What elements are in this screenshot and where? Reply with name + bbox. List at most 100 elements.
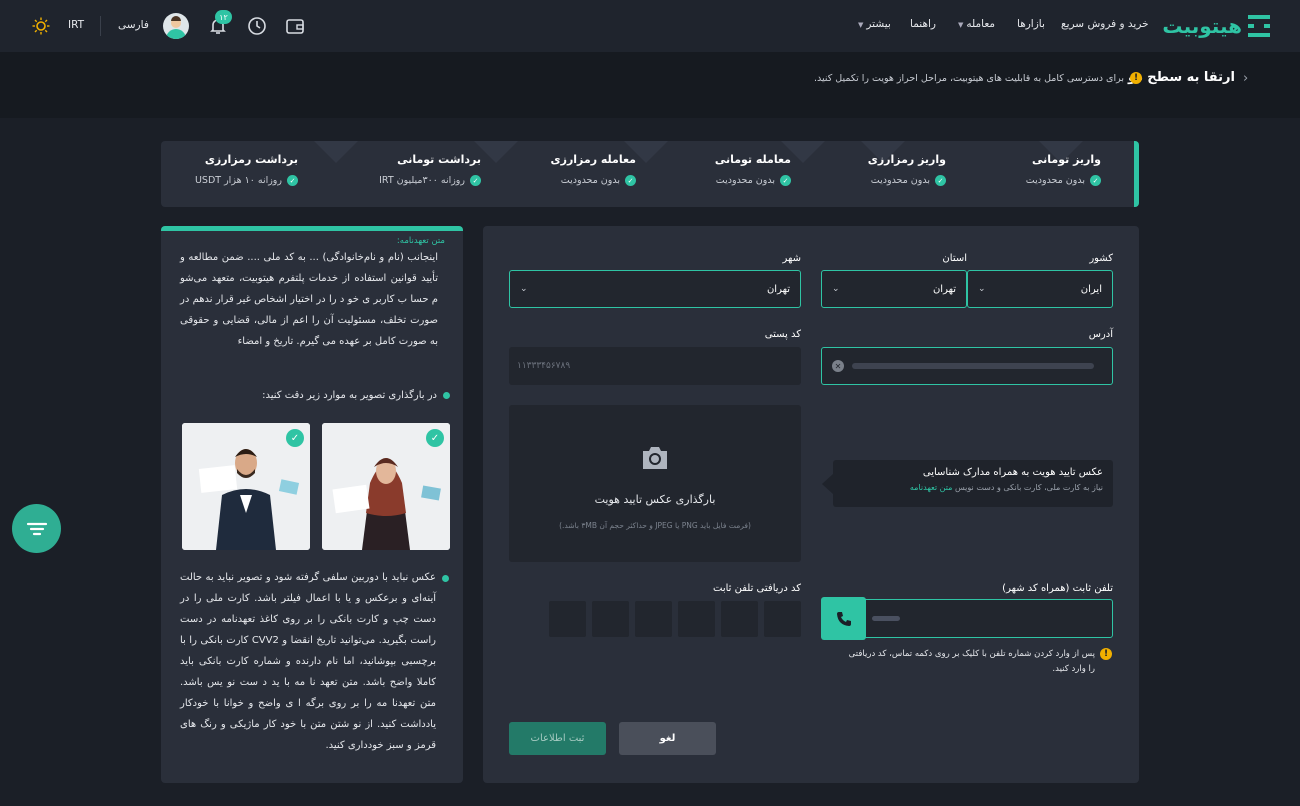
city-select[interactable]: تهران ⌄: [509, 270, 801, 308]
check-icon: ✓: [935, 175, 946, 186]
bullet-icon: [442, 575, 449, 582]
limit-title: واریز رمزارزی: [867, 153, 946, 166]
photo-rules-text: عکس نباید با دوربین سلفی گرفته شود و تصو…: [180, 572, 436, 751]
limit-value: بدون محدودیت: [560, 175, 620, 186]
address-input[interactable]: ✕: [821, 347, 1113, 385]
camera-icon: [643, 447, 667, 469]
code-digit-2[interactable]: [721, 601, 758, 637]
language-selector[interactable]: فارسی: [118, 19, 149, 31]
limit-crypto-withdraw: برداشت رمزارزی ✓ روزانه ۱۰ هزار USDT: [195, 153, 298, 186]
nav-more[interactable]: ▼ بیشتر: [858, 18, 891, 30]
code-label: کد دریافتی تلفن ثابت: [713, 583, 801, 594]
chevron-down-icon: ⌄: [978, 284, 986, 294]
code-digit-6[interactable]: [549, 601, 586, 637]
call-button[interactable]: [821, 597, 866, 640]
limit-crypto-deposit: واریز رمزارزی ✓ بدون محدودیت: [868, 153, 946, 186]
logo[interactable]: هیتوبیت: [1160, 12, 1270, 40]
notification-badge: ۱۲: [215, 10, 232, 24]
cancel-button[interactable]: لغو: [619, 722, 716, 755]
chevron-down-icon: ⌄: [520, 284, 528, 294]
panel-accent: [161, 226, 463, 231]
limit-value: روزانه ۱۰ هزار USDT: [194, 175, 282, 186]
code-digit-3[interactable]: [678, 601, 715, 637]
level-limits-bar: واریز تومانی ✓ بدون محدودیت واریز رمزارزی…: [161, 141, 1139, 207]
check-icon: ✓: [1090, 175, 1101, 186]
chevron-down-icon: ▼: [958, 21, 964, 29]
note-sub: نیاز به کارت ملی، کارت بانکی و دست نویس: [954, 483, 1103, 492]
limit-toman-deposit: واریز تومانی ✓ بدون محدودیت: [1026, 153, 1101, 186]
check-icon: ✓: [625, 175, 636, 186]
check-icon: ✓: [426, 429, 444, 447]
limit-title: معامله رمزارزی: [550, 153, 636, 166]
submit-button[interactable]: ثبت اطلاعات: [509, 722, 606, 755]
wallet-icon[interactable]: [283, 14, 307, 38]
nav-help[interactable]: راهنما: [910, 18, 936, 30]
postal-code-input[interactable]: ۱۱۳۳۳۴۵۶۷۸۹: [509, 347, 801, 385]
city-label: شهر: [782, 253, 801, 264]
limit-toman-trade: معامله تومانی ✓ بدون محدودیت: [715, 153, 791, 186]
chevron-down-icon: ▼: [858, 21, 864, 29]
phone-icon: [836, 611, 851, 626]
limit-value: بدون محدودیت: [1025, 175, 1085, 186]
nav-divider: [100, 16, 101, 36]
limit-crypto-trade: معامله رمزارزی ✓ بدون محدودیت: [551, 153, 636, 186]
nav-trade[interactable]: ▼ معامله: [958, 18, 995, 30]
logo-mark-icon: [1248, 15, 1270, 37]
upload-tip: در بارگذاری تصویر به موارد زیر دقت کنید:: [180, 390, 450, 401]
check-icon: ✓: [287, 175, 298, 186]
limit-title: واریز تومانی: [1032, 153, 1101, 166]
address-blurred-value: [852, 363, 1094, 369]
country-select[interactable]: ایران ⌄: [967, 270, 1113, 308]
country-label: کشور: [1089, 253, 1113, 264]
commitment-link[interactable]: متن تعهدنامه: [910, 483, 953, 492]
filter-fab[interactable]: [12, 504, 61, 553]
filter-icon: [26, 522, 47, 535]
avatar[interactable]: [163, 13, 189, 39]
bullet-icon: [443, 392, 450, 399]
phone-label: تلفن ثابت (همراه کد شهر): [1002, 583, 1113, 594]
upload-hint: (فرمت فایل باید PNG یا JPEG و حداکثر حجم…: [559, 521, 751, 530]
limit-title: معامله تومانی: [714, 153, 791, 166]
nav-markets[interactable]: بازارها: [1017, 18, 1045, 30]
sample-photo-woman: ✓: [322, 423, 450, 550]
nav-quick-trade[interactable]: خرید و فروش سریع: [1061, 18, 1149, 30]
limit-value: بدون محدودیت: [715, 175, 775, 186]
commitment-text: اینجانب (نام و نام‌خانوادگی) ... به کد م…: [180, 252, 438, 347]
note-title: عکس تایید هویت به همراه مدارک شناسایی: [922, 467, 1103, 478]
chevron-right-icon[interactable]: ›: [1243, 71, 1248, 86]
province-value: تهران: [932, 283, 956, 295]
check-icon: ✓: [780, 175, 791, 186]
province-label: استان: [942, 253, 967, 264]
code-digit-5[interactable]: [592, 601, 629, 637]
country-value: ایران: [1080, 283, 1102, 295]
history-icon[interactable]: [245, 14, 269, 38]
address-label: آدرس: [1088, 329, 1113, 340]
province-select[interactable]: تهران ⌄: [821, 270, 967, 308]
commitment-label: متن تعهدنامه:: [396, 236, 445, 246]
id-photo-upload[interactable]: بارگذاری عکس تایید هویت (فرمت فایل باید …: [509, 405, 801, 562]
limit-title: برداشت رمزارزی: [204, 153, 298, 166]
nav-more-label: بیشتر: [866, 18, 891, 30]
code-digit-1[interactable]: [764, 601, 801, 637]
currency-selector[interactable]: IRT: [68, 19, 84, 31]
logo-text: هیتوبیت: [1162, 14, 1242, 38]
city-value: تهران: [766, 283, 790, 295]
check-icon: ✓: [470, 175, 481, 186]
phone-blurred-value: [872, 616, 900, 621]
limit-value: بدون محدودیت: [870, 175, 930, 186]
banner-description: برای دسترسی کامل به قابلیت های هیتوبیت، …: [814, 73, 1124, 84]
upload-tip-text: در بارگذاری تصویر به موارد زیر دقت کنید:: [262, 390, 437, 401]
limit-title: برداشت تومانی: [397, 153, 481, 166]
sun-icon[interactable]: [29, 14, 53, 38]
banner-title: ارتقا به سطح دو: [1128, 70, 1235, 85]
nav-trade-label: معامله: [966, 18, 996, 30]
upgrade-banner: [0, 52, 1300, 118]
code-digit-4[interactable]: [635, 601, 672, 637]
note-pointer: [822, 474, 833, 494]
sample-photo-man: ✓: [182, 423, 310, 550]
postal-code-label: کد پستی: [764, 329, 801, 340]
limit-toman-withdraw: برداشت تومانی ✓ روزانه ۳۰۰میلیون IRT: [379, 153, 481, 186]
upload-title: بارگذاری عکس تایید هویت: [594, 493, 716, 506]
clear-icon[interactable]: ✕: [832, 360, 844, 372]
info-warning-icon: !: [1100, 648, 1112, 660]
